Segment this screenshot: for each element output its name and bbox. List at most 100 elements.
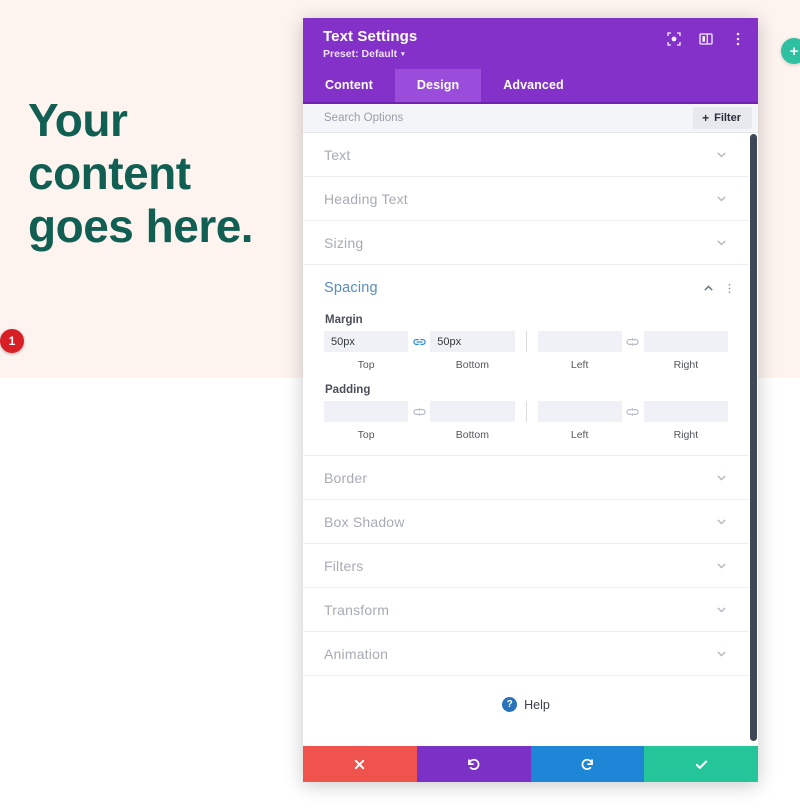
undo-icon <box>466 757 481 772</box>
field-divider <box>525 401 527 422</box>
help-link[interactable]: ? Help <box>303 676 749 712</box>
more-options-icon[interactable] <box>728 282 731 295</box>
padding-bottom-input[interactable] <box>430 401 515 422</box>
cancel-button[interactable] <box>303 746 417 782</box>
section-label: Border <box>324 469 368 486</box>
chevron-down-icon <box>715 603 728 616</box>
margin-vertical-link-icon[interactable] <box>408 336 430 348</box>
modal-body: Text Heading Text Sizing Spacing Margin … <box>303 133 758 746</box>
margin-top-caption: Top <box>357 359 375 371</box>
margin-horizontal-pair <box>537 331 728 352</box>
padding-left-input[interactable] <box>537 401 622 422</box>
padding-bottom-cell <box>430 401 515 422</box>
section-transform[interactable]: Transform <box>303 588 749 632</box>
tab-content[interactable]: Content <box>303 69 395 102</box>
hero-heading: Your content goes here. <box>28 94 254 252</box>
chevron-up-icon[interactable] <box>702 282 715 295</box>
margin-left-caption: Left <box>570 359 589 371</box>
section-label: Animation <box>324 645 389 662</box>
filter-label: Filter <box>714 112 741 124</box>
plus-icon: + <box>702 111 710 125</box>
plus-icon: + <box>789 42 799 60</box>
padding-top-caption: Top <box>357 429 375 441</box>
tab-design[interactable]: Design <box>394 69 482 102</box>
chevron-down-icon <box>715 148 728 161</box>
section-label: Heading Text <box>324 190 408 207</box>
focus-target-icon[interactable] <box>666 31 682 47</box>
modal-tabs: Content Design Advanced <box>303 69 758 104</box>
field-divider <box>525 331 527 352</box>
undo-button[interactable] <box>416 746 531 782</box>
header-actions <box>666 31 746 47</box>
check-icon <box>694 757 709 772</box>
chevron-down-icon <box>715 236 728 249</box>
more-options-icon[interactable] <box>730 31 746 47</box>
section-heading-text[interactable]: Heading Text <box>303 177 749 221</box>
chevron-down-icon <box>715 192 728 205</box>
padding-group-label: Padding <box>325 384 371 396</box>
padding-captions: Top Bottom Left Right <box>324 424 728 441</box>
section-spacing: Spacing Margin 50px 50px Top Bottom Left… <box>303 265 749 456</box>
preset-label: Preset: Default <box>323 48 398 60</box>
section-filters[interactable]: Filters <box>303 544 749 588</box>
padding-right-cell <box>643 401 728 422</box>
spacing-fields: Margin 50px 50px Top Bottom Left Right P… <box>303 314 749 441</box>
section-label: Transform <box>324 601 390 618</box>
section-text[interactable]: Text <box>303 133 749 177</box>
margin-top-cell <box>324 331 409 352</box>
section-spacing-header[interactable]: Spacing <box>303 265 749 311</box>
section-animation[interactable]: Animation <box>303 632 749 676</box>
padding-top-input[interactable] <box>324 401 409 422</box>
add-module-button[interactable]: + <box>781 38 800 64</box>
chevron-down-icon <box>715 647 728 660</box>
section-label: Text <box>324 146 351 163</box>
padding-bottom-caption: Bottom <box>455 429 489 441</box>
chevron-down-icon <box>715 559 728 572</box>
padding-field-row <box>324 401 728 422</box>
margin-vertical-pair <box>324 331 515 352</box>
section-border[interactable]: Border <box>303 456 749 500</box>
margin-left-cell <box>537 331 622 352</box>
margin-horizontal-unlink-icon[interactable] <box>622 336 644 348</box>
padding-vertical-pair <box>324 401 515 422</box>
chevron-down-icon: ▾ <box>401 50 405 58</box>
margin-top-input[interactable] <box>324 331 409 352</box>
margin-bottom-caption: Bottom <box>455 359 489 371</box>
margin-right-input[interactable] <box>643 331 728 352</box>
padding-right-caption: Right <box>673 429 699 441</box>
section-label: Filters <box>324 557 364 574</box>
padding-left-caption: Left <box>570 429 589 441</box>
section-label: Sizing <box>324 234 364 251</box>
section-sizing[interactable]: Sizing <box>303 221 749 265</box>
padding-horizontal-pair <box>537 401 728 422</box>
modal-footer <box>303 746 758 782</box>
margin-left-input[interactable] <box>537 331 622 352</box>
modal-header: Text Settings Preset: Default ▾ <box>303 18 758 69</box>
scrollbar-thumb[interactable] <box>750 134 757 741</box>
save-button[interactable] <box>644 746 758 782</box>
close-icon <box>353 758 366 771</box>
section-label: Box Shadow <box>324 513 405 530</box>
padding-right-input[interactable] <box>643 401 728 422</box>
margin-right-caption: Right <box>673 359 699 371</box>
redo-icon <box>580 757 595 772</box>
tab-advanced[interactable]: Advanced <box>481 69 586 102</box>
preset-selector[interactable]: Preset: Default ▾ <box>323 48 744 60</box>
padding-left-cell <box>537 401 622 422</box>
filter-button[interactable]: + Filter <box>693 107 752 129</box>
chevron-down-icon <box>715 515 728 528</box>
panel-layout-icon[interactable] <box>698 31 714 47</box>
redo-button[interactable] <box>530 746 645 782</box>
margin-bottom-input[interactable] <box>430 331 515 352</box>
padding-vertical-unlink-icon[interactable] <box>408 406 430 418</box>
screen: Your content goes here. + Text Settings … <box>0 0 800 812</box>
options-scroll-area: Text Heading Text Sizing Spacing Margin … <box>303 133 749 746</box>
padding-horizontal-unlink-icon[interactable] <box>622 406 644 418</box>
search-input[interactable] <box>303 104 694 132</box>
section-spacing-actions <box>702 282 731 295</box>
margin-bottom-cell <box>430 331 515 352</box>
text-settings-modal: Text Settings Preset: Default ▾ Content … <box>303 18 758 782</box>
scrollbar-track[interactable] <box>749 133 758 746</box>
margin-field-row <box>324 331 728 352</box>
section-box-shadow[interactable]: Box Shadow <box>303 500 749 544</box>
